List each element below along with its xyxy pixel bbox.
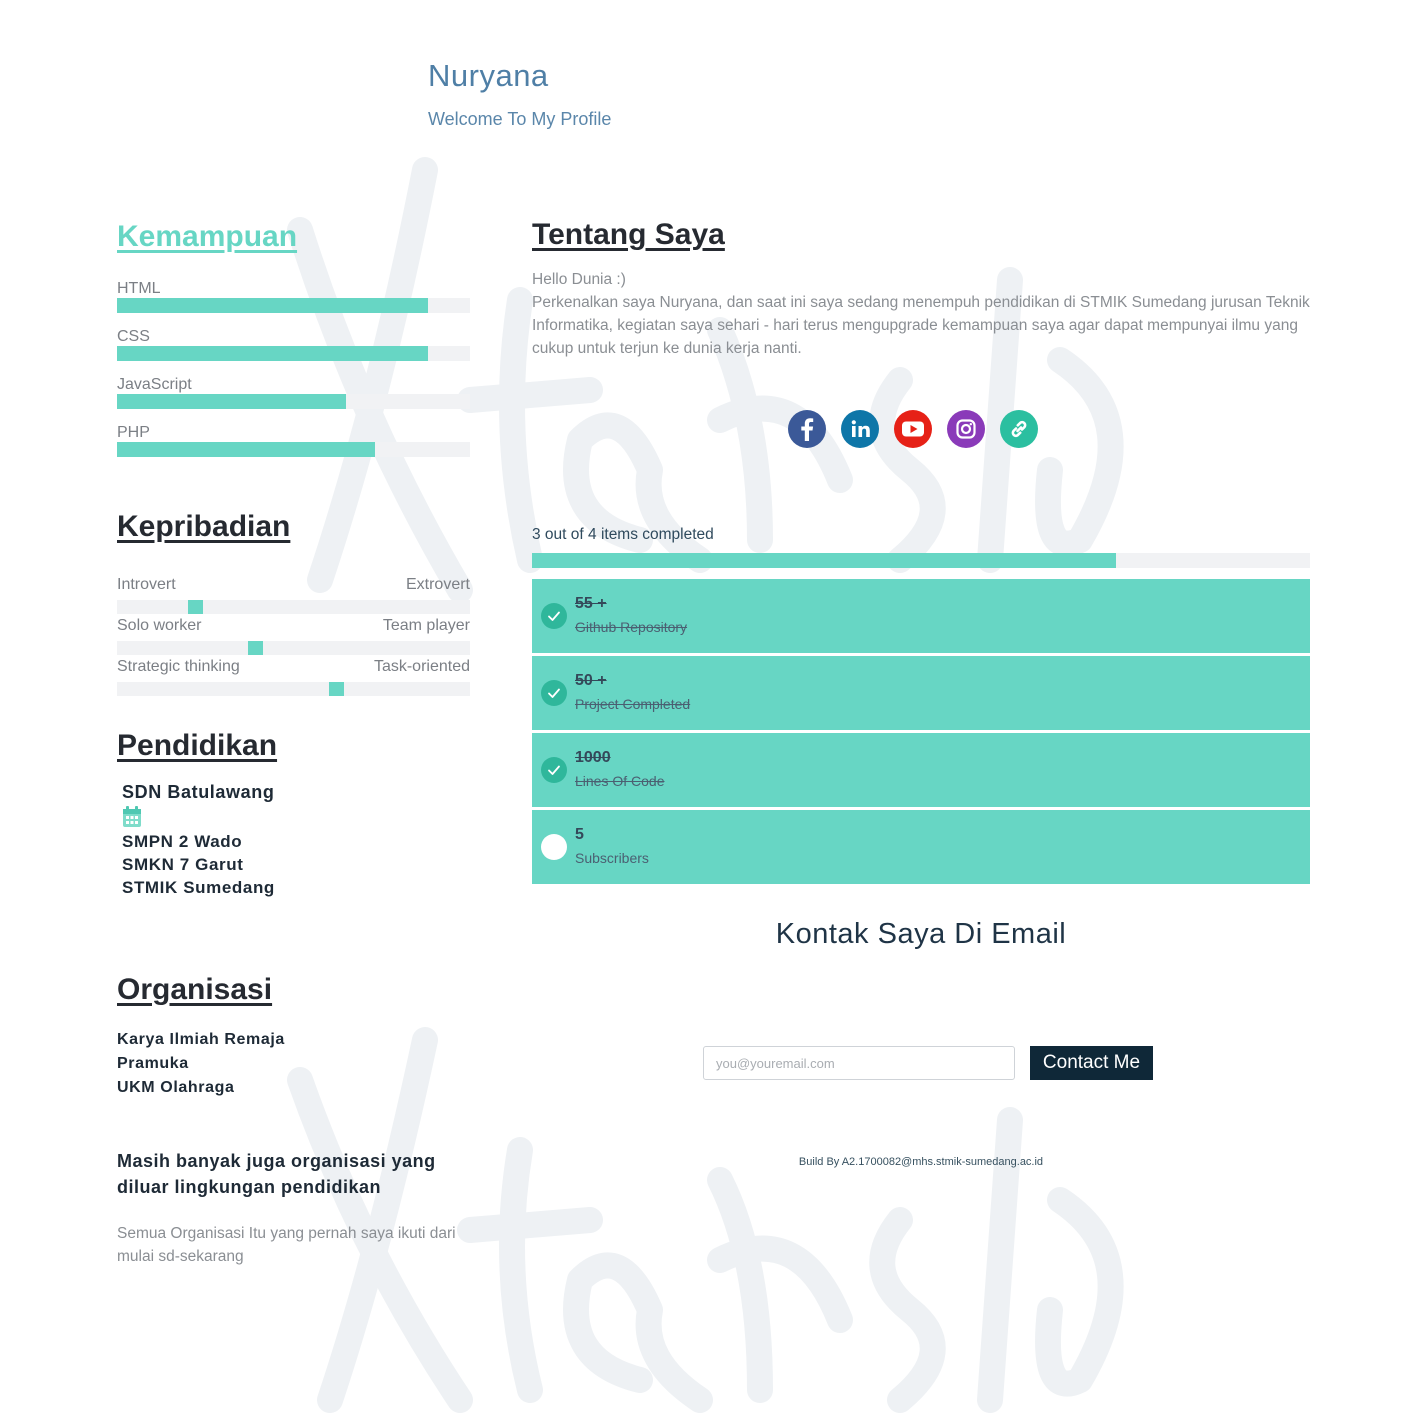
task-list: 55 + Github Repository 50 + Project Comp… — [532, 579, 1310, 887]
organization-item: Pramuka — [117, 1055, 189, 1072]
profile-subtitle: Welcome To My Profile — [428, 109, 612, 129]
instagram-icon[interactable] — [947, 410, 985, 448]
link-icon[interactable] — [1000, 410, 1038, 448]
trait-marker — [247, 641, 263, 655]
organization-note-text: Semua Organisasi Itu yang pernah saya ik… — [117, 1225, 456, 1265]
about-body: Perkenalkan saya Nuryana, dan saat ini s… — [532, 294, 1310, 357]
personality-slider: Solo worker Team player — [117, 617, 470, 658]
contact-button[interactable]: Contact Me — [1030, 1046, 1153, 1080]
trait-right-label: Task-oriented — [373, 658, 470, 675]
skill-bar — [117, 394, 470, 409]
task-item[interactable]: 1000 Lines Of Code — [532, 733, 1310, 807]
task-number: 5 — [575, 826, 584, 843]
linkedin-icon[interactable] — [841, 410, 879, 448]
about-greeting: Hello Dunia :) — [532, 271, 626, 288]
calendar-icon — [122, 806, 470, 830]
trait-left-label: Strategic thinking — [117, 658, 240, 675]
progress-bar-fill — [532, 553, 1116, 568]
skill-bar-fill — [117, 394, 347, 409]
skill-label: PHP — [117, 424, 150, 441]
empty-checkbox-icon[interactable] — [541, 834, 567, 860]
skill-item: CSS — [117, 328, 470, 376]
education-item: SMPN 2 Wado — [122, 832, 243, 851]
trait-right-label: Team player — [382, 617, 470, 634]
organization-title: Organisasi — [117, 973, 273, 1006]
organization-list: Karya Ilmiah Remaja Pramuka UKM Olahraga — [117, 1028, 470, 1100]
organization-item: Karya Ilmiah Remaja — [117, 1031, 285, 1048]
education-item: SMKN 7 Garut — [122, 855, 244, 874]
trait-left-label: Solo worker — [117, 617, 202, 634]
task-label: Github Repository — [575, 619, 688, 635]
skill-label: JavaScript — [117, 376, 192, 393]
youtube-icon[interactable] — [894, 410, 932, 448]
skill-label: CSS — [117, 328, 150, 345]
facebook-icon[interactable] — [788, 410, 826, 448]
task-item[interactable]: 55 + Github Repository — [532, 579, 1310, 653]
personality-list: Introvert Extrovert Solo worker Team pla… — [117, 576, 470, 699]
skill-bar — [117, 298, 470, 313]
social-links — [788, 410, 1038, 448]
education-list: SDN Batulawang SMPN 2 Wado SMKN 7 Garut … — [117, 781, 470, 899]
skills-list: HTML CSS JavaScript PHP — [117, 280, 470, 472]
checkmark-icon[interactable] — [541, 603, 567, 629]
personality-title: Kepribadian — [117, 510, 291, 543]
progress-bar — [532, 553, 1310, 568]
task-item[interactable]: 5 Subscribers — [532, 810, 1310, 884]
education-item: STMIK Sumedang — [122, 878, 275, 897]
skill-bar — [117, 346, 470, 361]
email-input[interactable] — [703, 1046, 1015, 1080]
task-number: 50 + — [575, 672, 607, 689]
task-number: 1000 — [575, 749, 611, 766]
trait-marker — [187, 600, 203, 614]
skill-bar-fill — [117, 346, 428, 361]
trait-marker — [328, 682, 344, 696]
trait-track — [117, 600, 470, 614]
checkmark-icon[interactable] — [541, 757, 567, 783]
task-item[interactable]: 50 + Project Completed — [532, 656, 1310, 730]
organization-item: UKM Olahraga — [117, 1079, 235, 1096]
profile-name: Nuryana — [428, 58, 549, 93]
skills-title: Kemampuan — [117, 220, 298, 253]
skill-bar — [117, 442, 470, 457]
about-title: Tentang Saya — [532, 218, 725, 251]
trait-left-label: Introvert — [117, 576, 176, 593]
skill-item: JavaScript — [117, 376, 470, 424]
trait-track — [117, 682, 470, 696]
task-label: Subscribers — [575, 850, 649, 866]
progress-text: 3 out of 4 items completed — [532, 526, 714, 543]
trait-track — [117, 641, 470, 655]
organization-note-heading: Masih banyak juga organisasi yang diluar… — [117, 1151, 436, 1197]
skill-label: HTML — [117, 280, 161, 297]
skill-bar-fill — [117, 298, 428, 313]
task-number: 55 + — [575, 595, 607, 612]
education-title: Pendidikan — [117, 729, 278, 762]
checkmark-icon[interactable] — [541, 680, 567, 706]
contact-title: Kontak Saya Di Email — [775, 918, 1067, 950]
skill-item: HTML — [117, 280, 470, 328]
skill-bar-fill — [117, 442, 375, 457]
personality-slider: Strategic thinking Task-oriented — [117, 658, 470, 699]
about-text: Hello Dunia :) Perkenalkan saya Nuryana,… — [532, 268, 1312, 360]
task-label: Project Completed — [575, 696, 691, 712]
personality-slider: Introvert Extrovert — [117, 576, 470, 617]
trait-right-label: Extrovert — [405, 576, 470, 593]
skill-item: PHP — [117, 424, 470, 472]
footer-credit: Build By A2.1700082@mhs.stmik-sumedang.a… — [798, 1156, 1044, 1168]
left-column: Kemampuan HTML CSS JavaScript PHP Keprib… — [117, 220, 470, 1268]
task-label: Lines Of Code — [575, 773, 665, 789]
education-item: SDN Batulawang — [122, 782, 275, 802]
